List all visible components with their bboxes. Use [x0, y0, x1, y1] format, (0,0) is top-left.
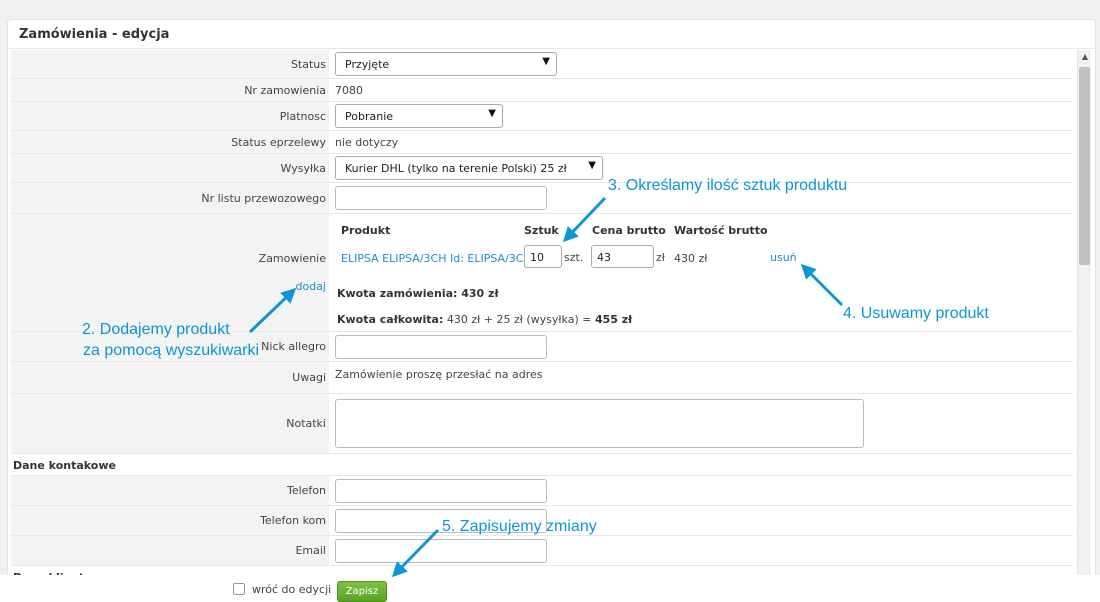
payment-value: Pobranie: [345, 110, 394, 123]
memo-textarea[interactable]: [335, 399, 864, 448]
annotation-step5: 5. Zapisujemy zmiany: [442, 518, 597, 535]
save-button[interactable]: Zapisz: [337, 581, 387, 602]
product-name-link[interactable]: ELIPSA ELIPSA/3CH Id: ELIPSA/3CH: [341, 252, 532, 265]
back-to-edit-label: wróć do edycji: [252, 583, 332, 596]
qty-input[interactable]: 10: [524, 245, 562, 268]
notes-label: Uwagi: [11, 362, 329, 393]
price-header: Cena brutto: [592, 224, 666, 237]
phone-row: Telefon: [11, 476, 1073, 506]
price-unit: zł: [656, 251, 665, 264]
email-label: Email: [11, 536, 329, 565]
remove-product-link[interactable]: usuń: [770, 251, 797, 264]
annotation-step2-line2: za pomocą wyszukiwarki: [83, 342, 260, 359]
total-value: 455 zł: [594, 313, 633, 326]
form-footer: [0, 575, 1100, 602]
status-value: Przyjęte: [345, 58, 390, 71]
vertical-scrollbar[interactable]: ▲ ▼: [1077, 50, 1092, 601]
status-label: Status: [11, 50, 329, 78]
chevron-down-icon: ▼: [542, 56, 550, 67]
contact-section-title: Dane kontakowe: [11, 454, 1073, 476]
qty-unit: szt.: [564, 251, 584, 264]
phone-label: Telefon: [11, 476, 329, 505]
qty-header: Sztuk: [524, 224, 559, 237]
shipping-row: Wysyłka Kurier DHL (tylko na terenie Pol…: [11, 154, 1073, 183]
memo-label: Notatki: [11, 394, 329, 453]
annotation-step3: 3. Określamy ilość sztuk produktu: [608, 177, 848, 194]
back-to-edit-checkbox[interactable]: [233, 583, 245, 595]
order-number-value: 7080: [335, 83, 363, 97]
tracking-row: Nr listu przewozowego: [11, 183, 1073, 214]
qty-value: 10: [530, 251, 544, 264]
mobile-label: Telefon kom: [11, 506, 329, 535]
price-value: 43: [597, 251, 611, 264]
annotation-step2-line1: 2. Dodajemy produkt: [82, 321, 230, 338]
order-total: Kwota całkowita: 430 zł + 25 zł (wysyłka…: [337, 313, 632, 326]
value-header: Wartość brutto: [674, 224, 768, 237]
allegro-input[interactable]: [335, 334, 547, 359]
scroll-up-icon[interactable]: ▲: [1078, 50, 1092, 64]
eprzelewy-value: nie dotyczy: [335, 135, 399, 149]
notes-value: Zamówienie proszę przesłać na adres: [335, 368, 543, 381]
payment-row: Platnosc Pobranie ▼: [11, 102, 1073, 131]
status-row: Status Przyjęte ▼: [11, 50, 1073, 79]
product-header: Produkt: [341, 224, 391, 237]
chevron-down-icon: ▼: [588, 160, 596, 171]
scroll-thumb[interactable]: [1079, 67, 1090, 265]
panel-title: Zamówienia - edycja: [8, 20, 1095, 49]
status-select[interactable]: Przyjęte ▼: [335, 52, 557, 76]
eprzelewy-label: Status eprzelewy: [11, 131, 329, 153]
payment-label: Platnosc: [11, 102, 329, 130]
shipping-select[interactable]: Kurier DHL (tylko na terenie Polski) 25 …: [335, 156, 603, 180]
add-product-link[interactable]: dodaj: [296, 280, 327, 293]
tracking-label: Nr listu przewozowego: [11, 183, 329, 213]
payment-select[interactable]: Pobranie ▼: [335, 104, 503, 128]
order-amount: Kwota zamówienia: 430 zł: [337, 287, 499, 300]
order-label: Zamowienie: [258, 252, 326, 265]
email-input[interactable]: [335, 538, 547, 563]
notes-row: Uwagi Zamówienie proszę przesłać na adre…: [11, 362, 1073, 394]
shipping-label: Wysyłka: [11, 154, 329, 182]
price-input[interactable]: 43: [591, 245, 654, 268]
phone-input[interactable]: [335, 478, 547, 503]
order-number-row: Nr zamowienia 7080: [11, 79, 1073, 102]
shipping-value: Kurier DHL (tylko na terenie Polski) 25 …: [345, 162, 567, 175]
chevron-down-icon: ▼: [488, 108, 496, 119]
item-value: 430 zł: [674, 252, 708, 265]
order-number-label: Nr zamowienia: [11, 79, 329, 101]
email-row: Email: [11, 536, 1073, 566]
annotation-step4: 4. Usuwamy produkt: [843, 305, 989, 322]
tracking-input[interactable]: [335, 186, 547, 210]
eprzelewy-row: Status eprzelewy nie dotyczy: [11, 131, 1073, 154]
memo-row: Notatki: [11, 394, 1073, 454]
total-formula: 430 zł + 25 zł (wysyłka) =: [446, 313, 592, 326]
total-label: Kwota całkowita:: [337, 313, 444, 326]
